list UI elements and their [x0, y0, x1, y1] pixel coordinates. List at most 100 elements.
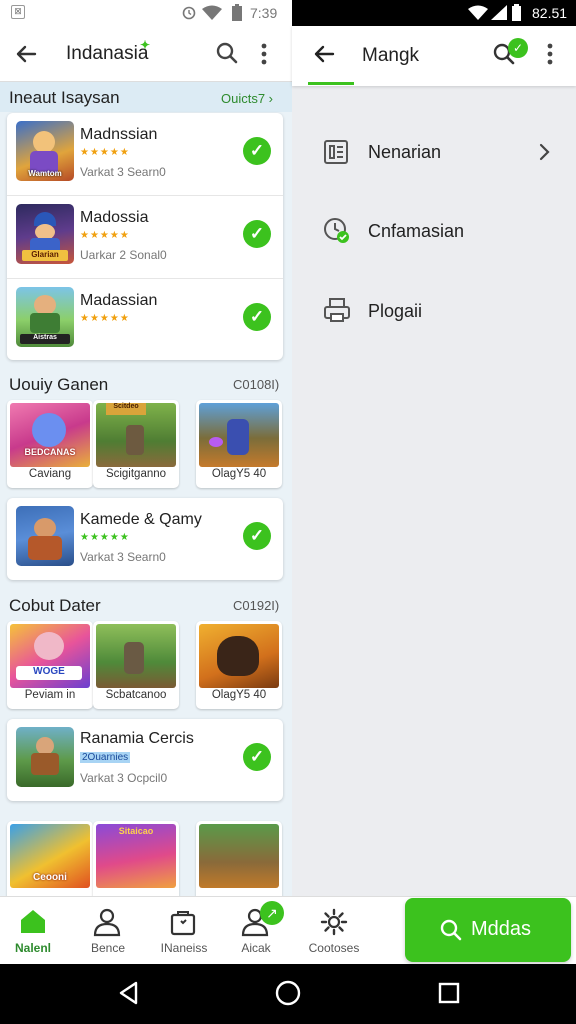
game-caption: Peviam in — [24, 689, 76, 701]
status-bar-left: ⊠ 7:39 — [0, 0, 292, 26]
notification-icon: ⊠ — [11, 5, 25, 19]
check-icon[interactable]: ✓ — [243, 137, 271, 165]
battery-icon — [232, 4, 242, 21]
wifi-icon — [468, 5, 488, 20]
nav-label: Bence — [90, 941, 126, 955]
app-list-item[interactable]: Glarian Madossia ★★★★★ Uarkar 2 Sonal0 ✓ — [7, 196, 283, 278]
nav-label: Nalenl — [14, 941, 51, 955]
app-thumbnail: Aistras — [16, 287, 74, 347]
more-vert-icon[interactable] — [258, 42, 270, 66]
rating-stars: ★★★★★ — [80, 313, 130, 324]
sparkle-icon: ✦ — [140, 38, 151, 52]
search-icon[interactable] — [215, 41, 239, 65]
game-tile[interactable]: OlagY5 40 — [196, 400, 282, 488]
menu-label: Cnfamasian — [368, 221, 465, 241]
wifi-icon — [202, 5, 222, 20]
check-icon[interactable]: ✓ — [243, 522, 271, 550]
game-tile[interactable] — [196, 821, 282, 896]
game-tile-row: WOGE Peviam in Scbatcanoo OlagY5 40 — [7, 621, 292, 711]
battery-icon — [512, 4, 521, 21]
app-list-item[interactable]: Aistras Madassian ★★★★★ ✓ — [7, 279, 283, 360]
game-tile[interactable]: Sitaicao — [93, 821, 179, 896]
menu-label: Plogaii — [368, 301, 423, 321]
app-thumbnail: Wamtom — [16, 121, 74, 181]
app-subtitle: Varkat 3 Searn0 — [80, 165, 166, 179]
game-tile[interactable]: OlagY5 40 — [196, 621, 282, 709]
app-name: Kamede & Qamy — [80, 511, 202, 528]
game-caption: OlagY5 40 — [211, 468, 267, 480]
more-vert-icon[interactable] — [544, 42, 556, 66]
page-title: Mangk — [362, 45, 420, 66]
person-icon — [93, 908, 121, 937]
game-tile[interactable]: Ceooni — [7, 821, 93, 896]
bag-icon — [170, 911, 196, 936]
app-name: Madassian — [80, 292, 158, 309]
nav-label: INaneiss — [160, 941, 208, 955]
back-triangle-icon[interactable] — [116, 980, 142, 1006]
search-icon — [440, 919, 462, 941]
home-circle-icon[interactable] — [274, 979, 302, 1007]
check-icon[interactable]: ✓ — [243, 303, 271, 331]
game-caption: Scbatcanoo — [105, 689, 167, 701]
menu-item-nenarian[interactable]: Nenarian — [292, 126, 576, 178]
game-caption: Caviang — [28, 468, 72, 480]
newspaper-icon — [324, 140, 348, 164]
action-button[interactable]: Mddas — [405, 898, 571, 962]
signal-icon — [491, 5, 507, 20]
app-subtitle: Varkat 3 Ocpcil0 — [80, 771, 168, 785]
chevron-right-icon — [539, 143, 550, 161]
app-name: Madnssian — [80, 126, 158, 143]
back-arrow-icon[interactable] — [14, 42, 38, 66]
nav-item-cootoses[interactable]: Cootoses — [296, 897, 372, 965]
action-button-label: Mddas — [471, 918, 532, 940]
app-list-item[interactable]: Wamtom Madnssian ★★★★★ Varkat 3 Searn0 ✓ — [7, 113, 283, 195]
check-badge-icon: ✓ — [508, 38, 528, 58]
app-list-item[interactable]: Ranamia Cercis 2Ouarnies Varkat 3 Ocpcil… — [7, 719, 283, 801]
printer-icon — [324, 298, 350, 322]
back-arrow-icon[interactable] — [312, 42, 336, 66]
status-bar-right: 82.51 — [292, 0, 576, 26]
rating-stars: ★★★★★ — [80, 230, 130, 241]
app-list-item[interactable]: Kamede & Qamy ★★★★★ Varkat 3 Searn0 ✓ — [7, 498, 283, 580]
game-tile[interactable]: WOGE Peviam in — [7, 621, 93, 709]
right-panel: Mangk ✓ Nenarian Cnfamasian Plogaii — [292, 26, 576, 896]
game-tile-row: Ceooni Sitaicao — [7, 821, 292, 896]
menu-item-cnfamasian[interactable]: Cnfamasian — [292, 204, 576, 256]
badge-icon: ↗ — [260, 901, 284, 925]
nav-label: Cootoses — [308, 941, 360, 955]
app-name: Ranamia Cercis — [80, 730, 194, 747]
nav-item-ineneiss[interactable]: INaneiss — [146, 897, 222, 965]
bottom-navigation: Nalenl Bence INaneiss ↗ Aicak Cootoses M… — [0, 896, 576, 964]
section-count: C0192I) — [233, 598, 280, 613]
check-icon[interactable]: ✓ — [243, 743, 271, 771]
game-tile[interactable]: Scbatcanoo — [93, 621, 179, 709]
game-tile[interactable]: Scitdeo Scigitganno — [93, 400, 179, 488]
alarm-icon — [182, 6, 196, 20]
game-tile[interactable]: BEDCANAS Caviang — [7, 400, 93, 488]
section-more-link[interactable]: Ouicts7 › — [221, 91, 273, 106]
rating-stars: ★★★★★ — [80, 147, 130, 158]
nav-item-aicak[interactable]: ↗ Aicak — [220, 897, 296, 965]
menu-label: Nenarian — [368, 142, 442, 162]
status-time: 82.51 — [532, 5, 568, 21]
nav-item-home[interactable]: Nalenl — [0, 897, 66, 965]
right-app-bar: Mangk ✓ — [292, 26, 576, 86]
rating-stars: ★★★★★ — [80, 532, 130, 543]
nav-label: Aicak — [241, 941, 271, 955]
gear-icon — [320, 908, 348, 936]
menu-item-plogaii[interactable]: Plogaii — [292, 284, 576, 336]
system-navigation-bar — [0, 964, 576, 1024]
section-title: Ineaut Isaysan — [9, 88, 120, 107]
game-caption: Scigitganno — [105, 468, 167, 480]
app-tag: 2Ouarnies — [80, 752, 131, 763]
tab-indicator — [308, 82, 354, 85]
app-thumbnail: Glarian — [16, 204, 74, 264]
check-icon[interactable]: ✓ — [243, 220, 271, 248]
recents-square-icon[interactable] — [437, 981, 461, 1005]
nav-item-bence[interactable]: Bence — [70, 897, 146, 965]
section-title: Uouiy Ganen — [9, 375, 109, 394]
clock-check-icon — [324, 218, 349, 243]
app-subtitle: Uarkar 2 Sonal0 — [80, 248, 167, 262]
app-subtitle: Varkat 3 Searn0 — [80, 550, 166, 564]
game-tile-row: BEDCANAS Caviang Scitdeo Scigitganno Ola… — [7, 400, 292, 490]
